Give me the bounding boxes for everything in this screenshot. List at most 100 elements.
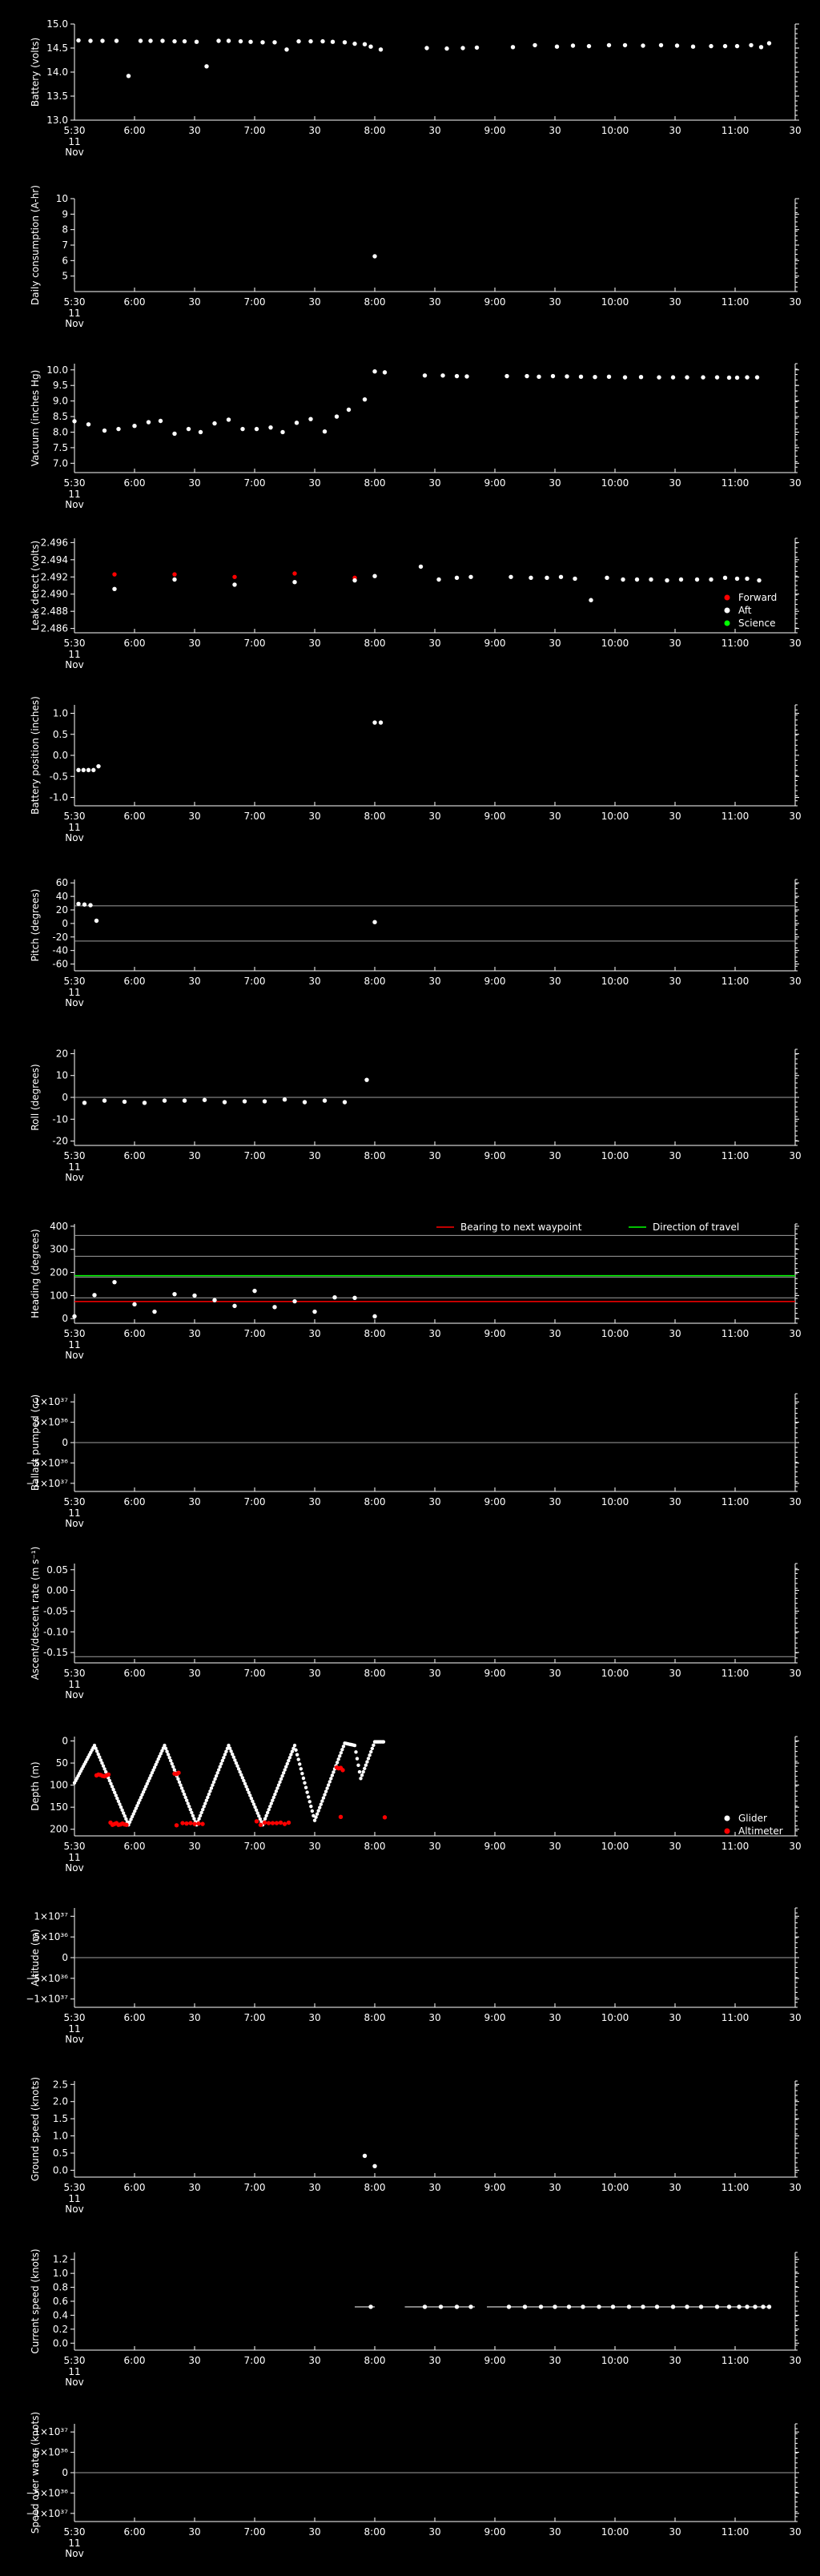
data-point bbox=[506, 2304, 512, 2309]
x-tick-label: 11:00 bbox=[722, 125, 750, 136]
x-tick-label: 30 bbox=[308, 1328, 320, 1339]
data-point bbox=[581, 2304, 585, 2309]
y-tick-label: 0.8 bbox=[53, 2282, 68, 2293]
x-tick-label: 7:00 bbox=[244, 296, 266, 308]
glider-depth-point bbox=[215, 1771, 219, 1775]
glider-depth-point bbox=[172, 1768, 177, 1772]
glider-depth-point bbox=[324, 1789, 328, 1793]
glider-depth-point bbox=[292, 1743, 297, 1748]
y-axis-label: Vacuum (inches Hg) bbox=[30, 370, 41, 467]
data-point bbox=[192, 1293, 197, 1298]
data-point bbox=[88, 38, 93, 43]
chart-battery: Battery (volts)15.014.514.013.513.05:301… bbox=[30, 18, 802, 158]
glider-depth-point bbox=[320, 1799, 324, 1803]
x-tick-label: 5:30 bbox=[64, 125, 86, 136]
data-point bbox=[570, 43, 576, 48]
y-tick-label: -1.0 bbox=[50, 792, 68, 803]
x-tick-label: 11:00 bbox=[722, 296, 750, 308]
glider-depth-point bbox=[269, 1801, 273, 1805]
chart-depth: Depth (m) 0 50 100 150 200 5:3011Nov 6:00 30 7:00… bbox=[30, 1736, 802, 1874]
x-tick-label: 30 bbox=[188, 2355, 200, 2366]
x-tick-label: 30 bbox=[789, 638, 801, 649]
x-tick-label: 30 bbox=[428, 1496, 440, 1507]
y-tick-label: 0.5 bbox=[53, 2147, 68, 2159]
y-tick-label: 5×10³⁶ bbox=[34, 1931, 68, 1942]
glider-depth-point bbox=[341, 1745, 346, 1749]
x-tick-label: 30 bbox=[188, 1496, 200, 1507]
x-tick-label: 30 bbox=[549, 2012, 561, 2023]
x-tick-label: 10:00 bbox=[601, 1668, 629, 1679]
data-point bbox=[352, 578, 357, 583]
x-tick-sublabel: Nov bbox=[65, 1689, 83, 1701]
glider-depth-point bbox=[336, 1757, 340, 1761]
glider-depth-point bbox=[263, 1817, 267, 1821]
data-point bbox=[418, 564, 424, 570]
data-point bbox=[734, 576, 740, 582]
x-tick-label: 30 bbox=[428, 296, 440, 308]
data-point bbox=[172, 572, 177, 577]
data-point bbox=[240, 426, 245, 432]
data-point bbox=[182, 1098, 187, 1103]
data-point bbox=[658, 42, 664, 48]
legend-swatch bbox=[724, 1828, 730, 1834]
y-tick-label: 2.0 bbox=[53, 2096, 68, 2107]
x-tick-label: 30 bbox=[308, 125, 320, 136]
data-point bbox=[132, 424, 137, 429]
y-tick-label: 2.486 bbox=[41, 623, 68, 634]
data-point bbox=[757, 578, 762, 583]
x-tick-label: 11:00 bbox=[722, 2182, 750, 2193]
x-tick-label: 11:00 bbox=[722, 638, 750, 649]
y-tick-label: 2.488 bbox=[41, 606, 68, 617]
x-tick-label: 30 bbox=[428, 477, 440, 489]
y-tick-label: −5×10³⁶ bbox=[26, 2487, 68, 2498]
x-tick-label: 30 bbox=[789, 477, 801, 489]
x-tick-label: 30 bbox=[669, 2182, 681, 2193]
x-tick-label: 30 bbox=[428, 976, 440, 987]
chart-pitch: Pitch (degrees) 60 40 20 0 -20 -40 -60 5:3011Nov… bbox=[30, 877, 802, 1008]
x-tick-label: 30 bbox=[188, 477, 200, 489]
glider-depth-point bbox=[223, 1753, 227, 1757]
y-tick-label: 10 bbox=[56, 193, 68, 204]
y-tick-label: 0.0 bbox=[53, 750, 68, 761]
data-point bbox=[126, 74, 131, 78]
glider-depth-point bbox=[323, 1793, 327, 1797]
x-tick-label: 10:00 bbox=[601, 2182, 629, 2193]
glider-depth-point bbox=[179, 1783, 183, 1787]
glider-depth-point bbox=[308, 1800, 312, 1804]
data-point bbox=[362, 396, 368, 402]
x-tick-label: 8:00 bbox=[364, 1328, 386, 1339]
data-point bbox=[280, 429, 285, 435]
glider-depth-point bbox=[287, 1758, 291, 1763]
data-point bbox=[254, 426, 259, 432]
y-axis-label: Roll (degrees) bbox=[30, 1064, 41, 1130]
data-point bbox=[122, 1099, 127, 1105]
x-tick-label: 30 bbox=[549, 2182, 561, 2193]
data-point bbox=[545, 575, 549, 581]
y-tick-label: 13.0 bbox=[46, 115, 68, 126]
x-tick-sublabel: 11 bbox=[68, 1852, 80, 1863]
x-tick-sublabel: 11 bbox=[68, 822, 80, 833]
data-point bbox=[258, 1822, 263, 1827]
glider-depth-point bbox=[271, 1798, 275, 1802]
glider-depth-point bbox=[167, 1756, 171, 1760]
data-point bbox=[76, 767, 81, 773]
data-point bbox=[368, 44, 373, 49]
x-tick-label: 30 bbox=[188, 2526, 200, 2538]
x-tick-label: 30 bbox=[428, 1328, 440, 1339]
x-tick-label: 30 bbox=[549, 296, 561, 308]
data-point bbox=[172, 38, 177, 44]
data-point bbox=[192, 1821, 197, 1826]
data-point bbox=[641, 43, 645, 48]
x-tick-label: 8:00 bbox=[364, 296, 386, 308]
glider-depth-point bbox=[218, 1765, 222, 1769]
x-tick-sublabel: Nov bbox=[65, 2034, 83, 2045]
data-point bbox=[726, 2304, 732, 2309]
x-tick-label: 8:00 bbox=[364, 1496, 386, 1507]
glider-depth-point bbox=[368, 1753, 372, 1757]
data-point bbox=[670, 375, 676, 380]
glider-depth-point bbox=[296, 1757, 300, 1761]
y-tick-label: 200 bbox=[50, 1267, 68, 1278]
data-point bbox=[566, 2304, 572, 2309]
x-tick-label: 7:00 bbox=[244, 1668, 266, 1679]
x-tick-label: 30 bbox=[669, 477, 681, 489]
